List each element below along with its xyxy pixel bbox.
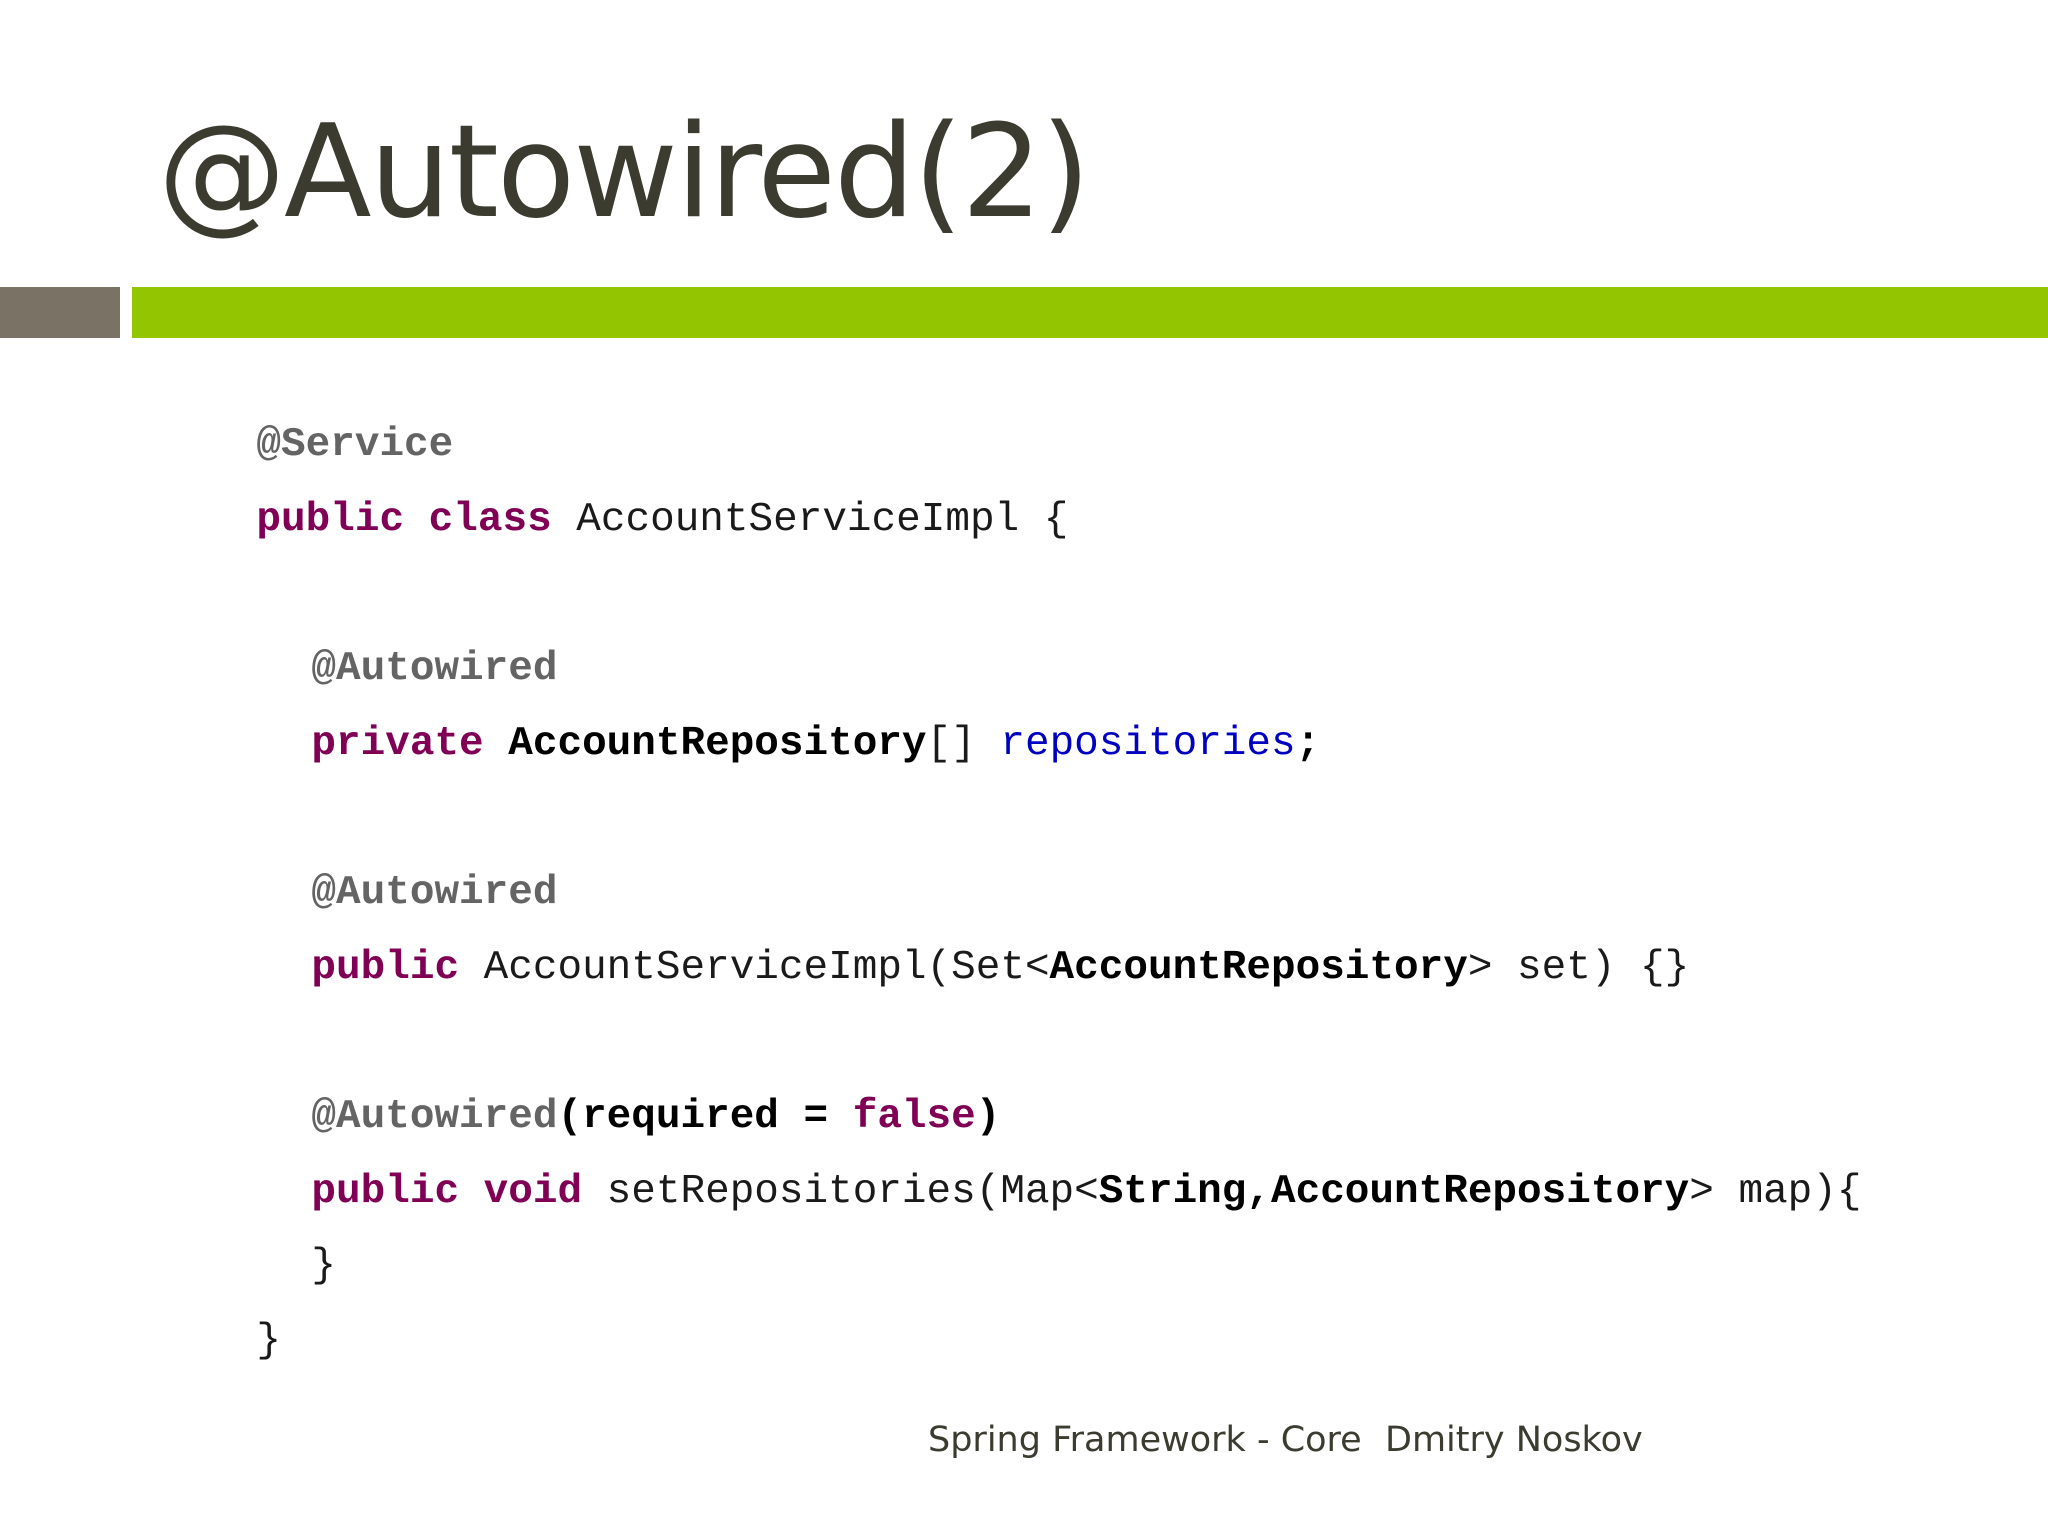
keyword-private: private	[311, 721, 484, 767]
code-line-constructor: public AccountServiceImpl(Set<AccountRep…	[311, 945, 1690, 991]
accent-bar-gray	[0, 287, 120, 338]
code-line-field-declaration: private AccountRepository[] repositories…	[311, 721, 1321, 767]
class-name: AccountServiceImpl {	[551, 497, 1069, 543]
code-line-class-close: }	[158, 1266, 281, 1416]
closing-brace: }	[311, 1243, 337, 1289]
keyword-public-class: public class	[256, 497, 552, 543]
code-line-setter: public void setRepositories(Map<String,A…	[311, 1169, 1862, 1215]
type-string-account-repository: String,AccountRepository	[1098, 1169, 1690, 1215]
type-account-repository: AccountRepository	[1049, 945, 1468, 991]
field-repositories: repositories	[1000, 721, 1296, 767]
footer-course: Spring Framework - Core	[928, 1420, 1362, 1460]
closing-brace: }	[256, 1318, 282, 1364]
type-account-repository: AccountRepository	[508, 721, 927, 767]
code-line-class-declaration: public class AccountServiceImpl {	[158, 445, 1068, 595]
footer-author: Dmitry Noskov	[1385, 1420, 1643, 1460]
keyword-public-void: public void	[311, 1169, 583, 1215]
slide-title: @Autowired(2)	[158, 98, 1091, 247]
keyword-public: public	[311, 945, 460, 991]
accent-bar-green	[132, 287, 2048, 338]
